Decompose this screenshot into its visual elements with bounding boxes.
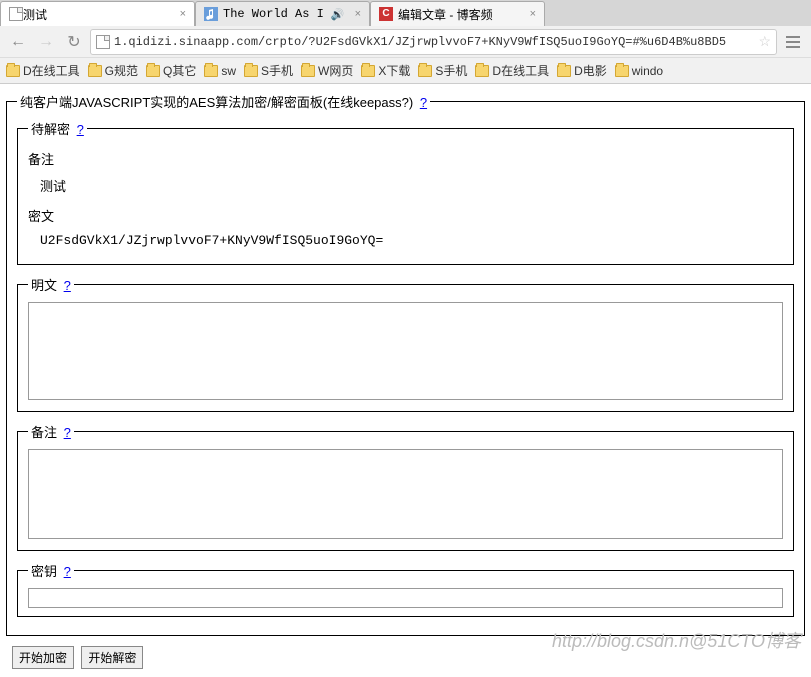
reload-button[interactable]: ↻ <box>62 30 86 54</box>
note-input[interactable] <box>28 449 783 539</box>
folder-icon <box>6 65 20 77</box>
folder-icon <box>615 65 629 77</box>
star-icon[interactable]: ☆ <box>758 33 771 50</box>
bookmark[interactable]: X下载 <box>361 62 410 79</box>
help-link[interactable]: ? <box>64 278 71 293</box>
brand-icon: C <box>379 7 393 21</box>
url-input[interactable] <box>114 35 758 49</box>
help-link[interactable]: ? <box>77 122 84 137</box>
bookmark[interactable]: D在线工具 <box>6 62 80 79</box>
tab-test[interactable]: 测试 × <box>0 1 195 26</box>
close-icon[interactable]: × <box>355 8 361 20</box>
tab-world[interactable]: The World As I 🔊 × <box>195 1 370 26</box>
bookmarks-bar: D在线工具 G规范 Q其它 sw S手机 W网页 X下载 S手机 D在线工具 D… <box>0 58 811 84</box>
browser-tabs: 测试 × The World As I 🔊 × C 编辑文章 - 博客频 × <box>0 0 811 26</box>
watermark: http://blog.csdn.n@51CTO博客 <box>552 627 801 653</box>
folder-icon <box>244 65 258 77</box>
decrypt-fieldset: 待解密 ? 备注 测试 密文 U2FsdGVkX1/JZjrwplvvoF7+K… <box>17 119 794 265</box>
bookmark[interactable]: D在线工具 <box>475 62 549 79</box>
close-icon[interactable]: × <box>530 8 536 20</box>
key-fieldset: 密钥 ? <box>17 561 794 617</box>
bookmark[interactable]: D电影 <box>557 62 607 79</box>
encrypt-button[interactable]: 开始加密 <box>12 646 74 669</box>
bookmark[interactable]: S手机 <box>418 62 467 79</box>
folder-icon <box>418 65 432 77</box>
key-input[interactable] <box>28 588 783 608</box>
main-legend: 纯客户端JAVASCRIPT实现的AES算法加密/解密面板(在线keepass?… <box>17 92 430 111</box>
folder-icon <box>204 65 218 77</box>
folder-icon <box>88 65 102 77</box>
tab-label: The World As I <box>223 7 331 21</box>
folder-icon <box>361 65 375 77</box>
folder-icon <box>475 65 489 77</box>
note-fieldset: 备注 ? <box>17 422 794 551</box>
plain-fieldset: 明文 ? <box>17 275 794 412</box>
plain-legend: 明文 ? <box>28 275 74 294</box>
page-content: 纯客户端JAVASCRIPT实现的AES算法加密/解密面板(在线keepass?… <box>0 84 811 677</box>
back-button[interactable]: ← <box>6 30 30 54</box>
bookmark[interactable]: S手机 <box>244 62 293 79</box>
tab-blog[interactable]: C 编辑文章 - 博客频 × <box>370 1 545 26</box>
bookmark[interactable]: windo <box>615 64 663 78</box>
help-link[interactable]: ? <box>64 425 71 440</box>
cipher-label: 密文 <box>28 206 783 225</box>
tab-label: 编辑文章 - 博客频 <box>398 6 524 23</box>
browser-toolbar: ← → ↻ ☆ <box>0 26 811 58</box>
help-link[interactable]: ? <box>64 564 71 579</box>
main-fieldset: 纯客户端JAVASCRIPT实现的AES算法加密/解密面板(在线keepass?… <box>6 92 805 636</box>
music-icon <box>204 7 218 21</box>
key-legend: 密钥 ? <box>28 561 74 580</box>
menu-button[interactable] <box>781 30 805 54</box>
note-label: 备注 <box>28 149 783 168</box>
forward-button[interactable]: → <box>34 30 58 54</box>
page-icon <box>9 7 23 21</box>
cipher-value: U2FsdGVkX1/JZjrwplvvoF7+KNyV9WfISQ5uoI9G… <box>28 225 783 256</box>
bookmark[interactable]: G规范 <box>88 62 138 79</box>
decrypt-button[interactable]: 开始解密 <box>81 646 143 669</box>
help-link[interactable]: ? <box>420 95 427 110</box>
folder-icon <box>557 65 571 77</box>
address-bar[interactable]: ☆ <box>90 29 777 55</box>
page-icon <box>96 35 110 49</box>
bookmark[interactable]: Q其它 <box>146 62 196 79</box>
note2-legend: 备注 ? <box>28 422 74 441</box>
folder-icon <box>301 65 315 77</box>
audio-icon[interactable]: 🔊 <box>331 8 345 21</box>
close-icon[interactable]: × <box>180 8 186 20</box>
tab-label: 测试 <box>23 6 174 23</box>
bookmark[interactable]: sw <box>204 64 236 78</box>
note-value: 测试 <box>28 168 783 203</box>
plaintext-input[interactable] <box>28 302 783 400</box>
folder-icon <box>146 65 160 77</box>
bookmark[interactable]: W网页 <box>301 62 353 79</box>
decrypt-legend: 待解密 ? <box>28 119 87 138</box>
